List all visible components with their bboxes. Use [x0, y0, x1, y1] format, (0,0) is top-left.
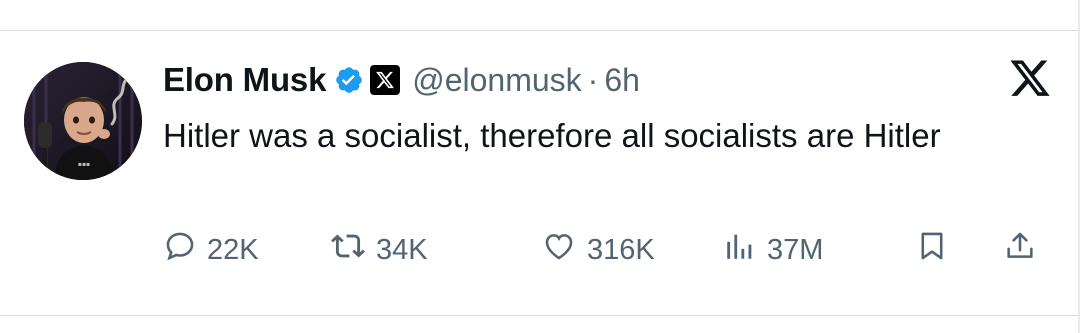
repost-icon [330, 229, 366, 271]
x-affiliation-icon[interactable] [370, 65, 401, 95]
like-button[interactable]: 316K [541, 228, 655, 272]
heart-icon [541, 229, 577, 271]
action-bar: 22K 34K 316K 37M [163, 228, 1063, 272]
top-divider [0, 30, 1080, 31]
tweet-text: Hitler was a socialist, therefore all so… [163, 117, 941, 154]
separator-dot: · [587, 61, 599, 98]
bookmark-icon [915, 229, 949, 271]
repost-button[interactable]: 34K [330, 228, 428, 272]
share-button[interactable] [1003, 228, 1037, 272]
x-logo-icon [1008, 60, 1052, 105]
bottom-divider [0, 315, 1080, 316]
author-handle[interactable]: @elonmusk [412, 62, 581, 99]
tweet-card[interactable]: ▪▪▪ Elon Musk @elonmusk · 6h Hitler was … [0, 0, 1080, 333]
avatar[interactable]: ▪▪▪ [24, 62, 142, 180]
bookmark-button[interactable] [915, 228, 949, 272]
views-count: 37M [767, 233, 824, 266]
author-name[interactable]: Elon Musk [163, 61, 326, 99]
verified-badge-icon[interactable] [334, 65, 364, 95]
reply-icon [163, 229, 197, 271]
repost-count: 34K [376, 233, 428, 266]
share-icon [1003, 229, 1037, 271]
views-icon [723, 229, 757, 271]
svg-text:▪▪▪: ▪▪▪ [78, 161, 90, 168]
like-count: 316K [587, 233, 655, 266]
views-button[interactable]: 37M [723, 228, 823, 272]
reply-count: 22K [207, 233, 259, 266]
tweet-header: Elon Musk @elonmusk · 6h [163, 58, 640, 102]
reply-button[interactable]: 22K [163, 228, 259, 272]
timestamp[interactable]: 6h [604, 62, 640, 99]
